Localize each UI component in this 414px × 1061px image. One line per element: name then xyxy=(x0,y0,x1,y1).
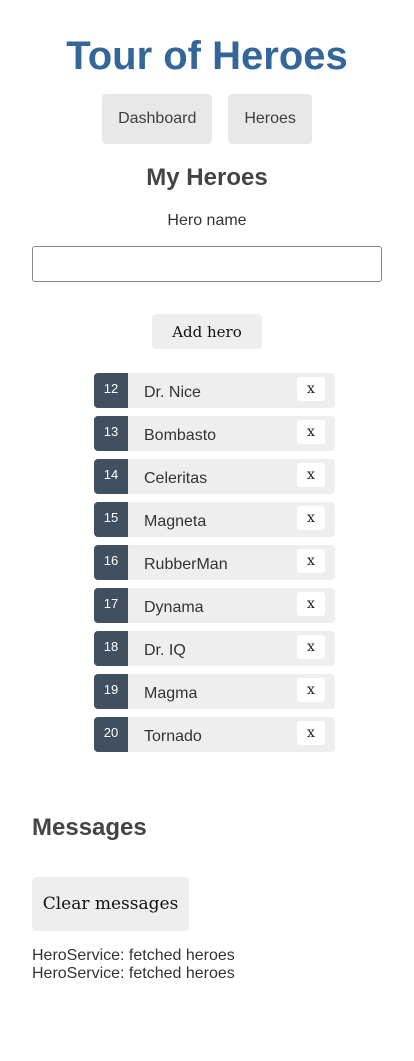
hero-item[interactable]: 12 Dr. Nice x xyxy=(94,373,335,408)
hero-item[interactable]: 15 Magneta x xyxy=(94,502,335,537)
hero-item[interactable]: 20 Tornado x xyxy=(94,717,335,752)
delete-hero-button[interactable]: x xyxy=(297,721,325,745)
delete-hero-button[interactable]: x xyxy=(297,678,325,702)
add-hero-button[interactable]: Add hero xyxy=(152,314,262,349)
hero-id-badge: 13 xyxy=(94,416,128,451)
hero-id-badge: 15 xyxy=(94,502,128,537)
hero-item[interactable]: 19 Magma x xyxy=(94,674,335,709)
hero-id-badge: 12 xyxy=(94,373,128,408)
messages-title: Messages xyxy=(32,814,147,841)
page-title: My Heroes xyxy=(146,164,268,191)
messages-list: HeroService: fetched heroes HeroService:… xyxy=(32,947,392,983)
hero-name-label: Hero name xyxy=(167,212,247,229)
hero-item[interactable]: 17 Dynama x xyxy=(94,588,335,623)
hero-name[interactable]: Tornado xyxy=(144,717,202,752)
hero-item[interactable]: 18 Dr. IQ x xyxy=(94,631,335,666)
delete-hero-button[interactable]: x xyxy=(297,377,325,401)
hero-id-badge: 19 xyxy=(94,674,128,709)
message-item: HeroService: fetched heroes xyxy=(32,965,235,982)
hero-name[interactable]: Magneta xyxy=(144,502,206,537)
nav-link-dashboard[interactable]: Dashboard xyxy=(102,94,213,144)
delete-hero-button[interactable]: x xyxy=(297,549,325,573)
hero-name[interactable]: RubberMan xyxy=(144,545,228,580)
hero-name[interactable]: Dynama xyxy=(144,588,204,623)
clear-messages-button[interactable]: Clear messages xyxy=(32,877,189,931)
hero-name[interactable]: Dr. IQ xyxy=(144,631,186,666)
delete-hero-button[interactable]: x xyxy=(297,463,325,487)
hero-name[interactable]: Magma xyxy=(144,674,197,709)
nav-link-heroes[interactable]: Heroes xyxy=(228,94,312,144)
hero-id-badge: 18 xyxy=(94,631,128,666)
delete-hero-button[interactable]: x xyxy=(297,420,325,444)
hero-name[interactable]: Dr. Nice xyxy=(144,373,201,408)
hero-item[interactable]: 13 Bombasto x xyxy=(94,416,335,451)
hero-id-badge: 17 xyxy=(94,588,128,623)
delete-hero-button[interactable]: x xyxy=(297,592,325,616)
delete-hero-button[interactable]: x xyxy=(297,635,325,659)
hero-name-input[interactable] xyxy=(32,246,382,282)
hero-item[interactable]: 14 Celeritas x xyxy=(94,459,335,494)
hero-id-badge: 16 xyxy=(94,545,128,580)
hero-name[interactable]: Celeritas xyxy=(144,459,207,494)
delete-hero-button[interactable]: x xyxy=(297,506,325,530)
heroes-list: 12 Dr. Nice x 13 Bombasto x 14 Celeritas… xyxy=(94,373,335,760)
hero-id-badge: 14 xyxy=(94,459,128,494)
app-title: Tour of Heroes xyxy=(66,34,348,78)
main-nav: Dashboard Heroes xyxy=(0,94,414,144)
hero-name[interactable]: Bombasto xyxy=(144,416,216,451)
hero-id-badge: 20 xyxy=(94,717,128,752)
message-item: HeroService: fetched heroes xyxy=(32,947,235,964)
hero-item[interactable]: 16 RubberMan x xyxy=(94,545,335,580)
